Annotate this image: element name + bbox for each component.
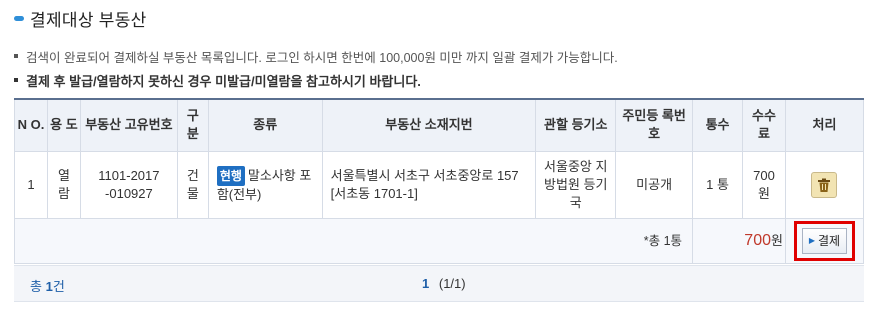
cell-fee: 700 원 [742, 150, 786, 219]
col-usage: 용 도 [46, 98, 81, 152]
total-row: *총 1통 700원 ▶ 결제 [13, 217, 865, 264]
page-info: (1/1) [438, 276, 466, 291]
col-copies: 통수 [692, 98, 743, 152]
notice-list: 검색이 완료되어 결제하실 부동산 목록입니다. 로그인 하시면 한번에 100… [14, 44, 618, 92]
total-items: 총 1건 [30, 276, 65, 295]
col-address: 부동산 소재지번 [321, 98, 537, 152]
total-amount-cell: 700원 [692, 217, 786, 264]
col-kind: 종류 [207, 98, 323, 152]
notice-item: 검색이 완료되어 결제하실 부동산 목록입니다. 로그인 하시면 한번에 100… [14, 44, 618, 68]
trash-icon [818, 178, 831, 192]
cell-address: 서울특별시 서초구 서초중앙로 157 [서초동 1701-1] [321, 150, 537, 219]
table-header-row: N O. 용 도 부동산 고유번호 구 분 종류 부동산 소재지번 관할 등기소… [14, 98, 865, 152]
cell-unique-number: 1101-2017 -010927 [79, 150, 178, 219]
won-unit: 원 [771, 232, 783, 248]
list-footer: 총 1건 1 (1/1) [14, 265, 864, 302]
col-rrn: 주민등 록번호 [615, 98, 694, 152]
payment-table: N O. 용 도 부동산 고유번호 구 분 종류 부동산 소재지번 관할 등기소… [13, 98, 865, 264]
title-bullet-icon [14, 16, 24, 21]
col-category: 구 분 [176, 98, 209, 152]
section-title: 결제대상 부동산 [30, 11, 147, 30]
cell-usage: 열 람 [46, 150, 81, 219]
cell-rrn: 미공개 [615, 150, 694, 219]
col-fee: 수수 료 [742, 98, 786, 152]
total-label: 총 [30, 279, 42, 294]
notice-text: 결제 후 발급/열람하지 못하신 경우 미발급/미열람을 참고하시기 바랍니다. [26, 73, 421, 89]
col-unique-number: 부동산 고유번호 [79, 98, 178, 152]
col-registry: 관할 등기소 [535, 98, 617, 152]
delete-button[interactable] [811, 171, 838, 198]
col-no: N O. [14, 98, 48, 152]
current-badge: 현행 [216, 165, 245, 186]
notice-text: 검색이 완료되어 결제하실 부동산 목록입니다. 로그인 하시면 한번에 100… [26, 50, 618, 65]
arrow-right-icon: ▶ [808, 235, 816, 245]
cell-copies: 1 통 [692, 150, 743, 219]
pay-highlight: ▶ 결제 [793, 220, 856, 261]
pay-cell: ▶ 결제 [784, 217, 865, 264]
cell-no: 1 [14, 150, 48, 219]
pay-button[interactable]: ▶ 결제 [801, 227, 848, 254]
total-number: 1 [45, 279, 53, 294]
cell-action [784, 150, 865, 219]
page-current[interactable]: 1 [422, 276, 429, 291]
table-row: 1 열 람 1101-2017 -010927 건 물 현행 말소사항 포함(전부… [14, 150, 865, 219]
col-action: 처리 [784, 98, 865, 152]
bullet-icon [14, 54, 18, 58]
cell-kind: 현행 말소사항 포함(전부) [207, 150, 323, 219]
pay-button-label: 결제 [818, 233, 841, 248]
pagination: 1 (1/1) [422, 276, 466, 291]
section-header: 결제대상 부동산 [14, 6, 147, 31]
total-count-cell: *총 1통 [13, 217, 694, 264]
total-amount: 700 [744, 231, 771, 249]
total-unit: 건 [52, 279, 65, 294]
total-count: *총 1통 [643, 233, 683, 248]
bullet-icon [14, 78, 18, 82]
notice-item: 결제 후 발급/열람하지 못하신 경우 미발급/미열람을 참고하시기 바랍니다. [14, 68, 618, 92]
cell-registry: 서울중앙 지방법원 등기국 [535, 150, 617, 219]
cell-category: 건 물 [176, 150, 209, 219]
